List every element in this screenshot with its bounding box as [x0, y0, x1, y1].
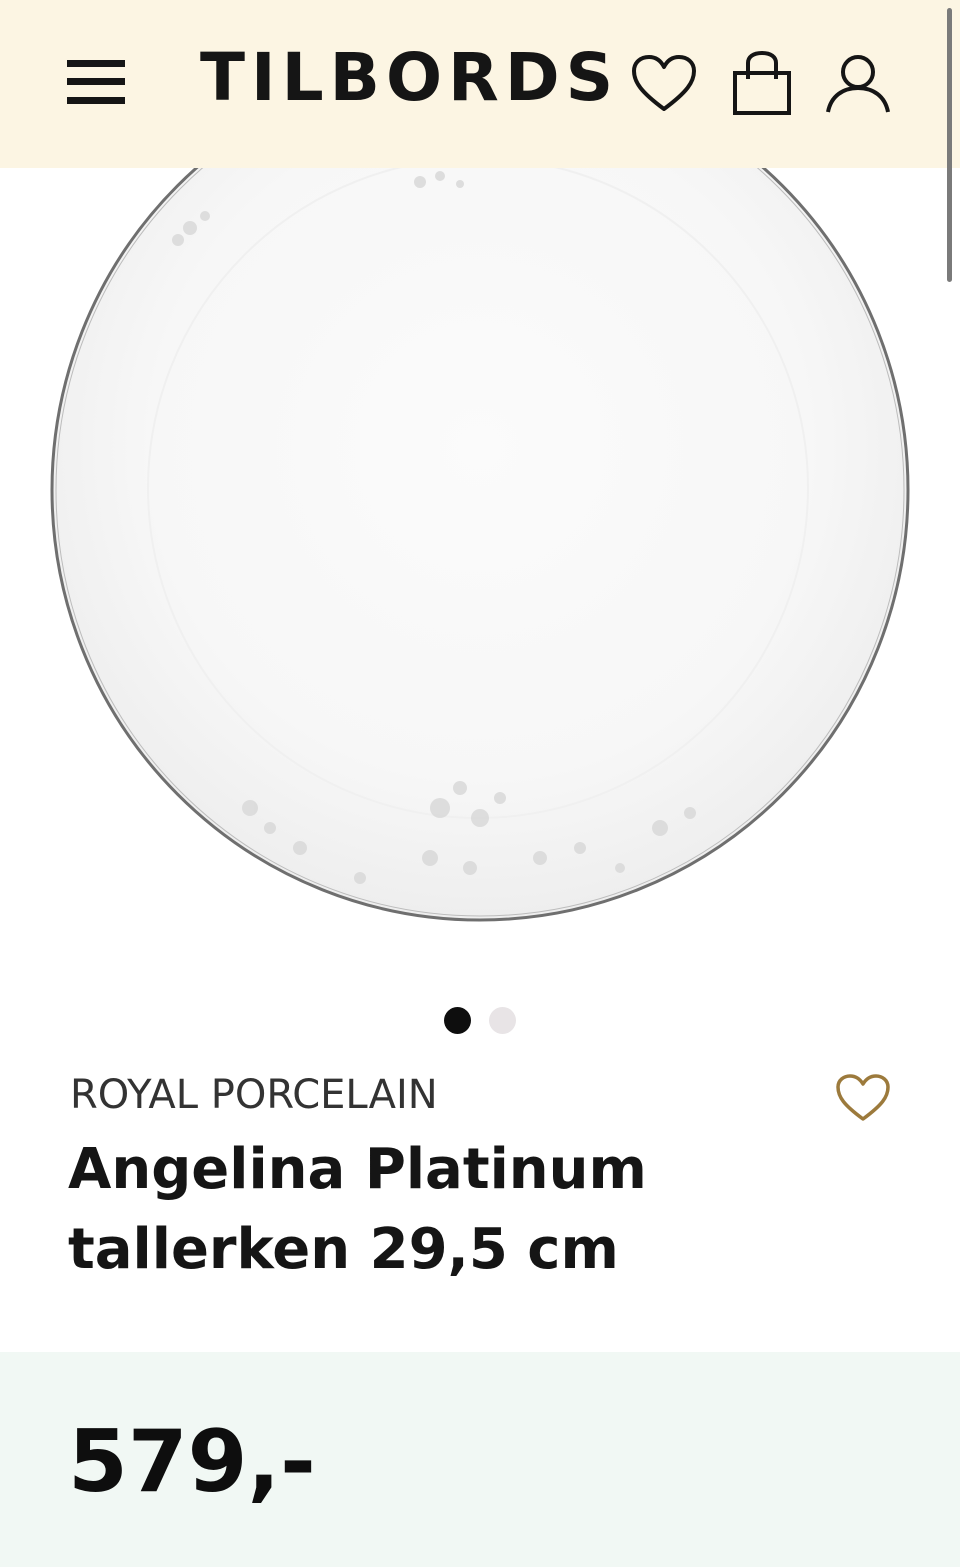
add-to-favorites-button[interactable] — [830, 1068, 896, 1128]
gallery-dot-1[interactable] — [444, 1006, 471, 1034]
heart-outline-icon — [836, 1074, 890, 1121]
gallery-pagination — [0, 1004, 960, 1036]
account-button[interactable] — [820, 46, 896, 122]
product-brand[interactable]: ROYAL PORCELAIN — [70, 1070, 438, 1120]
plate-image — [50, 168, 910, 922]
gallery-dot-2[interactable] — [489, 1006, 516, 1034]
product-image-gallery[interactable] — [0, 168, 960, 978]
user-icon — [826, 55, 890, 113]
product-title: Angelina Platinum tallerken 29,5 cm — [68, 1137, 647, 1282]
price-section: 579,- — [0, 1352, 960, 1567]
menu-button[interactable] — [62, 54, 130, 110]
shopping-bag-icon — [733, 51, 791, 115]
heart-icon — [632, 55, 696, 111]
cart-button[interactable] — [724, 46, 800, 122]
product-price: 579,- — [68, 1412, 316, 1512]
site-header: TILBORDS — [0, 0, 960, 282]
menu-icon — [67, 60, 125, 104]
site-logo[interactable]: TILBORDS — [200, 38, 619, 118]
wishlist-button[interactable] — [626, 46, 702, 122]
